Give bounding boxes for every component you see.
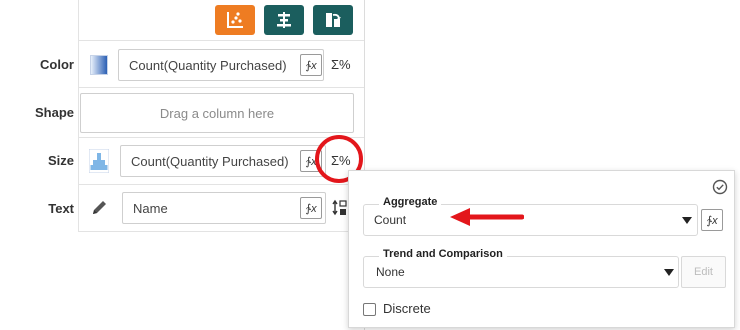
annotation-arrow-icon [450, 208, 524, 226]
sort-icon[interactable] [332, 199, 348, 217]
text-label: Text [48, 201, 74, 216]
row-divider [78, 184, 364, 185]
aggregate-select[interactable]: Count [363, 204, 698, 236]
aggregate-value: Count [374, 213, 407, 227]
aggregate-label: Aggregate [379, 196, 442, 208]
formula-icon[interactable]: ∱x [701, 209, 723, 231]
trend-value: None [376, 265, 405, 279]
row-divider [78, 40, 364, 41]
rotate-button[interactable] [313, 5, 353, 35]
text-field[interactable]: Name ∱x [122, 192, 326, 224]
size-label: Size [47, 153, 74, 168]
shape-placeholder: Drag a column here [159, 106, 275, 121]
color-label: Color [40, 57, 74, 72]
size-field[interactable]: Count(Quantity Purchased) ∱x [120, 145, 326, 177]
pencil-icon [93, 201, 106, 214]
color-field-value: Count(Quantity Purchased) [129, 58, 287, 73]
chevron-down-icon [664, 269, 674, 276]
panel-edge-top [78, 0, 79, 40]
panel-edge-left [78, 40, 79, 231]
shape-label: Shape [34, 105, 74, 120]
text-field-value: Name [133, 201, 168, 216]
color-field[interactable]: Count(Quantity Purchased) ∱x [118, 49, 324, 81]
chevron-down-icon [682, 217, 692, 224]
align-icon [277, 12, 291, 28]
trend-edit-button[interactable]: Edit [681, 256, 726, 288]
size-bars-icon [89, 149, 109, 173]
align-button[interactable] [264, 5, 304, 35]
row-divider [78, 137, 364, 138]
discrete-checkbox[interactable] [363, 303, 376, 316]
size-field-value: Count(Quantity Purchased) [131, 154, 289, 169]
row-divider [78, 231, 364, 232]
aggregate-popup: Count Aggregate ∱x None Trend and Compar… [348, 170, 735, 328]
check-circle-icon[interactable] [712, 179, 728, 195]
scatter-chart-icon [227, 12, 243, 28]
aggregate-icon[interactable]: Σ% [331, 57, 351, 72]
trend-select[interactable]: None [363, 256, 679, 288]
formula-icon[interactable]: ∱x [300, 197, 322, 219]
rotate-icon [326, 13, 341, 27]
trend-label: Trend and Comparison [379, 248, 507, 260]
shape-drop-zone[interactable]: Drag a column here [80, 93, 354, 133]
row-divider [78, 87, 364, 88]
discrete-label: Discrete [383, 301, 431, 316]
scatter-chart-button[interactable] [215, 5, 255, 35]
formula-icon[interactable]: ∱x [300, 54, 322, 76]
color-gradient-icon [90, 55, 108, 75]
